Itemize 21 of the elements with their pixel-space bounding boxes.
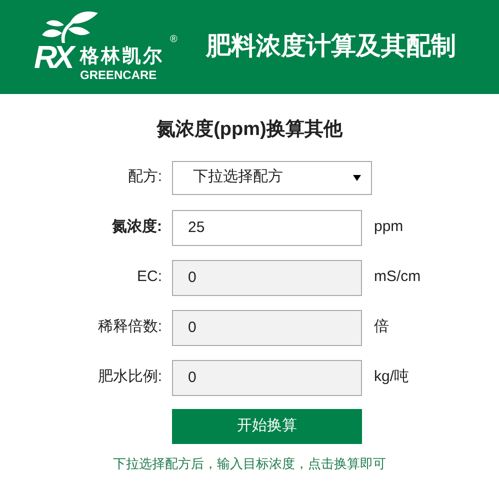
form-title: 氮浓度(ppm)换算其他 [156,118,342,142]
unit-label: kg/吨 [374,367,410,388]
convert-button[interactable]: 开始换算 [172,408,362,444]
field-label: 配方: [126,167,163,188]
unit-label: 倍 [374,317,389,338]
formula-dropdown[interactable]: 下拉选择配方 [172,160,372,194]
field-label: EC: [136,267,163,288]
sprout-icon [40,9,100,43]
hint-text: 下拉选择配方后，输入目标浓度，点击换算即可 [113,454,386,472]
logo-latin: GREENCARE [80,69,157,81]
unit-label: ppm [374,217,404,238]
logo-name: 格林凯尔 [80,47,164,66]
dropdown-arrow-icon [353,174,361,180]
page-title: 肥料浓度计算及其配制 [206,31,456,62]
logo-mark: RX [34,37,76,79]
field-label: 氮浓度: [110,217,163,238]
registered-mark: ® [170,35,178,45]
input-field[interactable]: 25 [172,210,362,246]
field-label: 肥水比例: [96,367,163,388]
unit-label: mS/cm [374,267,421,288]
field-label: 稀释倍数: [96,317,163,338]
